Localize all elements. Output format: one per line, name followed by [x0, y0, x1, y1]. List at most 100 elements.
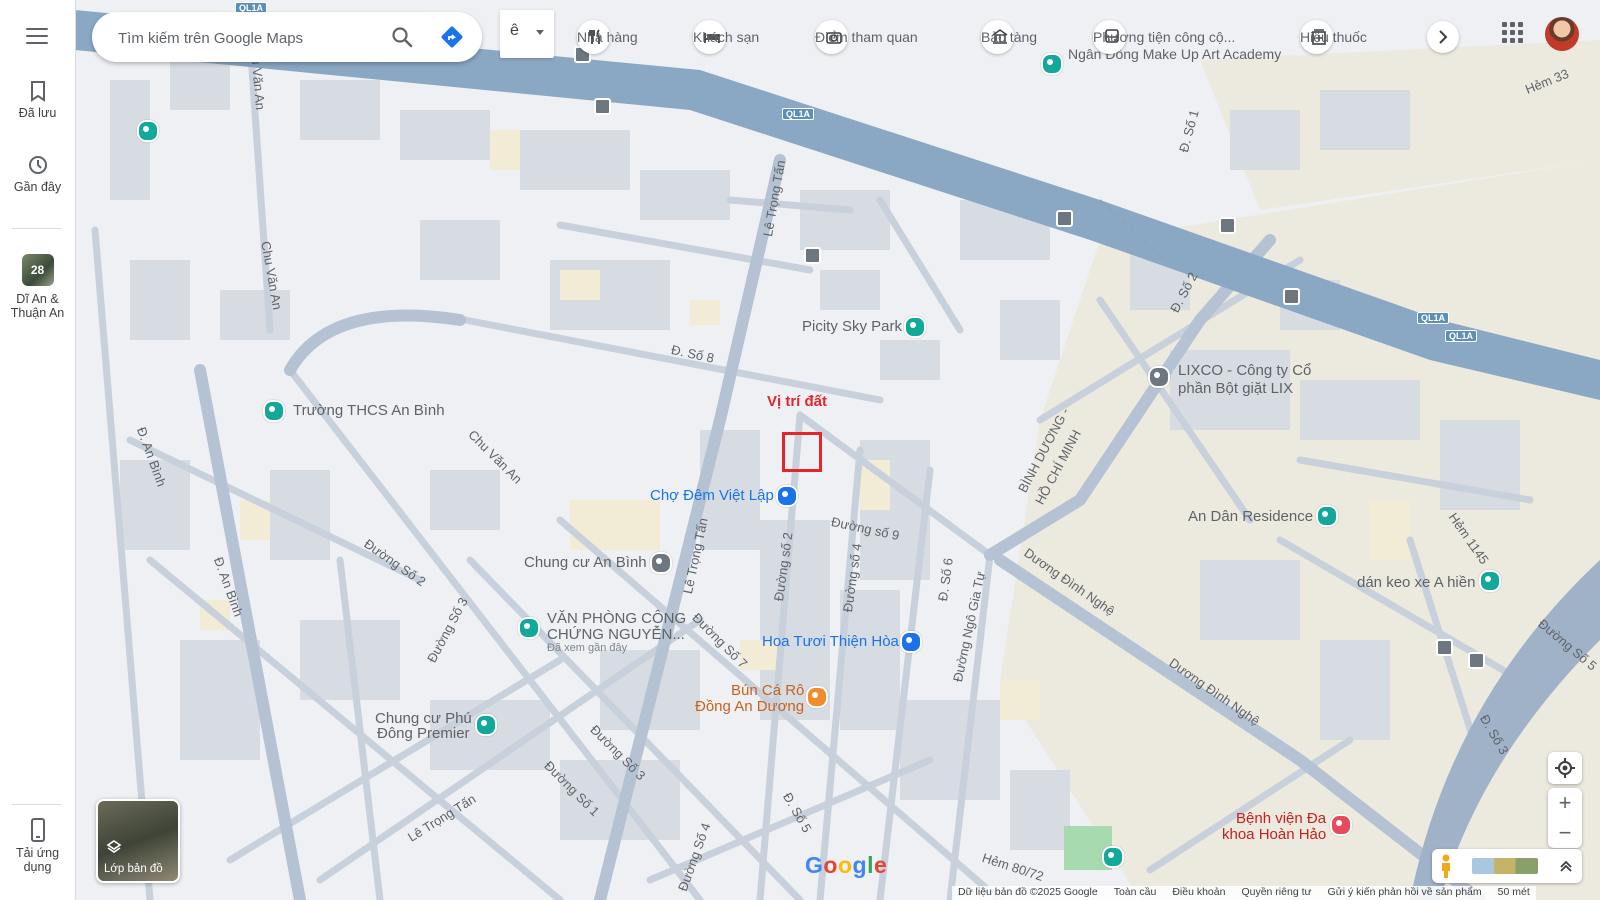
- zoom-in-button[interactable]: +: [1548, 788, 1582, 818]
- map-footer: Dữ liệu bản đồ ©2025 Google Toàn cầu Điề…: [952, 886, 1536, 900]
- hospital-pin[interactable]: [1330, 814, 1352, 836]
- poi-pin[interactable]: [650, 552, 672, 574]
- poi-label-lixco-1: LIXCO - Công ty Cổ: [1178, 362, 1312, 379]
- chip-attractions[interactable]: Điểm tham quan: [815, 20, 918, 54]
- map-canvas[interactable]: QL1A QL1A QL1A QL1A: [75, 0, 1600, 900]
- poi-pin[interactable]: [904, 316, 926, 338]
- poi-pin[interactable]: [137, 120, 159, 142]
- shop-pin[interactable]: [900, 631, 922, 653]
- highway-shield: QL1A: [782, 108, 815, 120]
- search-box[interactable]: [92, 12, 482, 62]
- bus-stop-icon[interactable]: [594, 98, 611, 115]
- phone-icon: [30, 818, 45, 842]
- poi-label-food-1: Bún Cá Rô: [731, 682, 805, 699]
- chip-label: Phương tiện công cộ...: [1093, 29, 1236, 45]
- highway-shield: QL1A: [1417, 312, 1450, 324]
- poi-label-residence: An Dân Residence: [1188, 508, 1314, 525]
- google-logo: Google: [805, 852, 888, 878]
- bus-stop-icon[interactable]: [1056, 210, 1073, 227]
- directions-icon[interactable]: [440, 25, 464, 49]
- avatar[interactable]: [1545, 17, 1579, 51]
- poi-label-hospital-1: Bệnh viện Đa: [1236, 810, 1327, 827]
- layers-label: Lớp bản đồ: [104, 863, 163, 875]
- layers-icon: [106, 840, 122, 853]
- layers-button[interactable]: Lớp bản đồ: [96, 799, 180, 883]
- poi-label-picity: Picity Sky Park: [802, 318, 903, 335]
- poi-label-food-2: Đồng An Dương: [695, 698, 805, 715]
- search-icon[interactable]: [390, 25, 414, 49]
- poi-pin[interactable]: [263, 400, 285, 422]
- feedback-link[interactable]: Gửi ý kiến phản hồi về sản phẩm: [1328, 886, 1482, 900]
- my-location-icon: [1555, 758, 1575, 778]
- poi-pin[interactable]: [1479, 570, 1501, 592]
- bus-stop-icon[interactable]: [1436, 639, 1453, 656]
- poi-pin[interactable]: [475, 714, 497, 736]
- pegman-icon[interactable]: [1436, 853, 1456, 879]
- history-icon: [28, 156, 47, 174]
- park-pin[interactable]: [1102, 846, 1124, 868]
- poi-label-lixco-2: phần Bột giặt LIX: [1178, 380, 1294, 397]
- shop-pin[interactable]: [776, 485, 798, 507]
- input-tools-label: ê: [510, 22, 519, 39]
- scale-label[interactable]: 50 mét: [1498, 886, 1530, 900]
- menu-icon[interactable]: [26, 28, 48, 44]
- saved-button[interactable]: Đã lưu: [0, 80, 75, 120]
- chips-next-button[interactable]: [1427, 21, 1459, 53]
- chip-label: Nhà hàng: [577, 29, 638, 45]
- left-rail: Đã lưu Gần đây 28 Dĩ An & Thuận An Tải ứ…: [0, 0, 76, 900]
- recent-place-thumbnail: 28: [21, 254, 54, 286]
- bus-stop-icon[interactable]: [1219, 217, 1236, 234]
- chip-transit[interactable]: Phương tiện công cộ...: [1093, 20, 1235, 54]
- street-view-panel: [1432, 849, 1582, 883]
- poi-pin[interactable]: [1148, 366, 1170, 388]
- target-marker[interactable]: [782, 432, 822, 472]
- rail-divider: [12, 228, 62, 229]
- get-app-button[interactable]: Tải ứng dụng: [0, 818, 75, 874]
- bus-stop-icon[interactable]: [1283, 288, 1300, 305]
- chip-hotels[interactable]: Khách sạn: [693, 20, 759, 54]
- privacy-link[interactable]: Quyền riêng tư: [1241, 886, 1311, 900]
- poi-label-school: Trường THCS An Bình: [293, 402, 445, 419]
- chip-label: Khách sạn: [693, 29, 760, 45]
- poi-label-flower: Hoa Tươi Thiện Hòa: [762, 633, 899, 650]
- poi-label-office-1: VĂN PHÒNG CÔNG: [547, 610, 687, 627]
- get-app-label-line2: dụng: [23, 860, 52, 874]
- input-tools-dropdown[interactable]: ê: [500, 10, 554, 58]
- chip-label: Điểm tham quan: [815, 29, 918, 45]
- poi-label-glue: dán keo xe A hiền: [1357, 574, 1476, 591]
- highway-shield: QL1A: [1445, 330, 1478, 342]
- poi-pin[interactable]: [1316, 505, 1338, 527]
- map-base: [75, 10, 1600, 900]
- my-location-button[interactable]: [1548, 752, 1582, 784]
- poi-label-office-2: CHỨNG NGUYỄN...: [547, 626, 685, 643]
- poi-label-hospital-2: khoa Hoàn Hảo: [1222, 826, 1327, 843]
- bookmark-icon: [30, 81, 45, 102]
- chip-pharmacy[interactable]: Hiệu thuốc: [1300, 20, 1367, 54]
- chevron-right-icon: [1439, 30, 1448, 44]
- search-input[interactable]: [116, 25, 380, 51]
- map-data-attribution: Dữ liệu bản đồ ©2025 Google: [958, 886, 1098, 898]
- target-label: Vị trí đất: [767, 393, 828, 410]
- google-apps-icon[interactable]: [1502, 22, 1526, 46]
- poi-pin[interactable]: [518, 617, 540, 639]
- recent-label: Gần đây: [13, 180, 62, 194]
- poi-label-market: Chợ Đêm Việt Lập: [650, 487, 774, 504]
- terms-link[interactable]: Điều khoản: [1172, 886, 1225, 900]
- zoom-out-button[interactable]: −: [1548, 818, 1582, 848]
- recent-place-label-line1: Dĩ An &: [16, 292, 59, 306]
- bus-stop-icon[interactable]: [1468, 652, 1485, 669]
- recent-place-item[interactable]: 28 Dĩ An & Thuận An: [0, 254, 75, 320]
- poi-label-office-sub: Đã xem gần đây: [547, 642, 628, 654]
- global-link[interactable]: Toàn cầu: [1114, 886, 1157, 900]
- recent-button[interactable]: Gần đây: [0, 154, 75, 194]
- bus-stop-icon[interactable]: [804, 247, 821, 264]
- restaurant-pin[interactable]: [806, 686, 828, 708]
- chevron-up-icon[interactable]: [1556, 856, 1576, 876]
- recent-place-badge: 28: [30, 263, 45, 277]
- chip-restaurants[interactable]: Nhà hàng: [577, 20, 638, 54]
- poi-pin[interactable]: [1041, 53, 1063, 75]
- chevron-down-icon: [536, 30, 544, 35]
- chip-museums[interactable]: Bảo tàng: [981, 20, 1037, 54]
- imagery-thumbnail[interactable]: [1472, 858, 1538, 874]
- poi-label-phudong-2: Đông Premier: [377, 725, 470, 742]
